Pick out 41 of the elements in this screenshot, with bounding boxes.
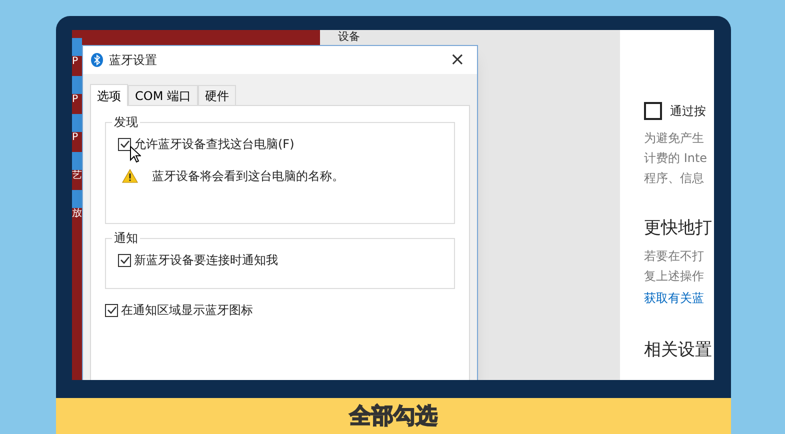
description-text: 计费的 Inte [644, 150, 708, 167]
warning-icon [122, 169, 138, 183]
tab[interactable]: 选项 [90, 84, 128, 106]
warning-text: 蓝牙设备将会看到这台电脑的名称。 [152, 168, 344, 185]
checkbox-label: 在通知区域显示蓝牙图标 [121, 302, 253, 319]
icon-label: 艺 [72, 170, 82, 182]
description-text: 复上述操作 [644, 268, 705, 284]
desktop-icon[interactable] [72, 76, 82, 94]
checkbox[interactable] [105, 304, 118, 316]
bluetooth-icon [91, 53, 103, 67]
tab[interactable]: COM 端口 [128, 85, 198, 105]
description-text: 若要在不打 [644, 248, 705, 264]
checkbox[interactable] [118, 138, 131, 150]
help-link[interactable]: 获取有关蓝 [644, 286, 714, 310]
desktop-icon[interactable] [72, 114, 82, 132]
icon-label: P [72, 56, 80, 68]
checkbox-label: 允许蓝牙设备查找这台电脑(F) [134, 136, 294, 153]
checkbox[interactable] [644, 102, 662, 120]
section-heading: 相关设置 [644, 338, 713, 362]
checkmark-icon [106, 305, 116, 315]
caption-text: 全部勾选 [350, 402, 438, 430]
checkmark-icon [120, 139, 130, 149]
settings-heading: 设备 [338, 31, 361, 43]
desktop-icon[interactable] [72, 152, 82, 170]
checkbox-label: 新蓝牙设备要连接时通知我 [134, 252, 278, 269]
desktop-icon[interactable] [72, 38, 82, 56]
close-button[interactable]: × [446, 51, 469, 69]
dialog-title: 蓝牙设置 [109, 52, 158, 69]
section-heading: 更快地打 [644, 217, 713, 240]
description-text: 为避免产生 [644, 130, 705, 147]
description-text: 程序、信息 [644, 170, 705, 187]
group-title: 发现 [112, 114, 140, 130]
checkbox-label: 通过按 [670, 103, 706, 120]
desktop-icon[interactable] [72, 190, 82, 208]
icon-label: P [72, 94, 80, 106]
tab[interactable]: 硬件 [198, 85, 236, 105]
checkmark-icon [120, 255, 130, 265]
checkbox[interactable] [118, 254, 131, 266]
icon-label: 放 [72, 208, 82, 220]
icon-label: P [72, 132, 80, 144]
group-title: 通知 [112, 230, 140, 246]
